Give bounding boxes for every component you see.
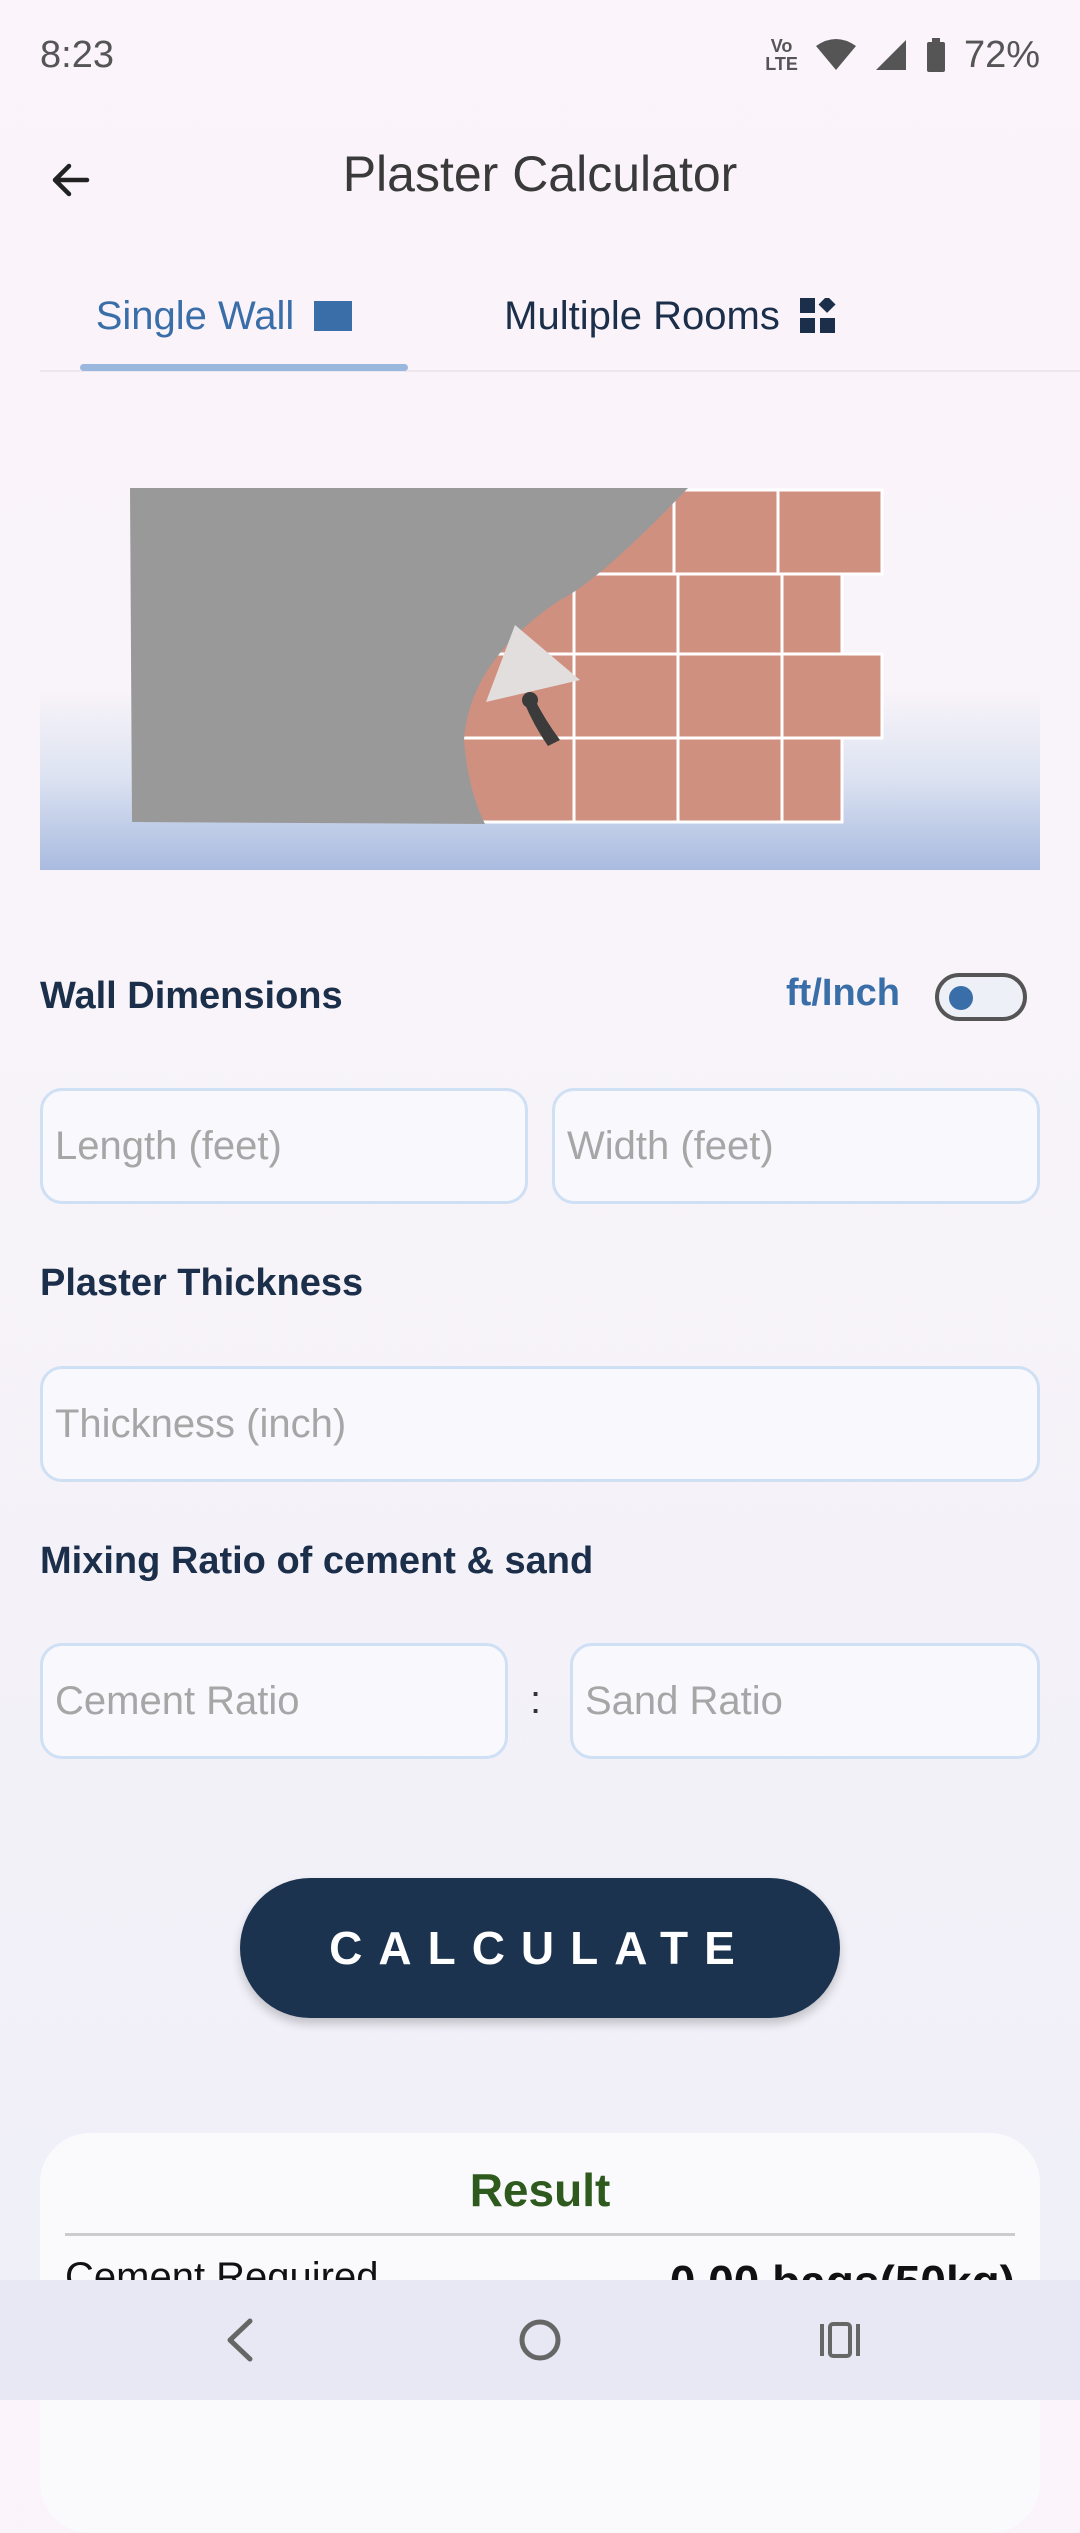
status-time: 8:23 [40, 33, 114, 76]
mixing-ratio-label: Mixing Ratio of cement & sand [40, 1540, 594, 1582]
plaster-thickness-label: Plaster Thickness [40, 1262, 364, 1304]
recents-icon [820, 2322, 860, 2358]
width-input[interactable] [555, 1091, 1037, 1201]
unit-toggle-switch[interactable] [935, 973, 1027, 1021]
nav-home-button[interactable] [500, 2300, 580, 2380]
result-divider [65, 2233, 1015, 2236]
thickness-field[interactable] [40, 1366, 1040, 1482]
tab-multiple-rooms-label: Multiple Rooms [504, 293, 780, 338]
sand-ratio-input[interactable] [573, 1646, 1037, 1756]
page-title: Plaster Calculator [342, 146, 738, 202]
nav-recents-button[interactable] [800, 2300, 880, 2380]
unit-toggle-label: ft/Inch [786, 972, 900, 1014]
status-bar: 8:23 Vo LTE 72% [0, 0, 1080, 110]
system-nav-bar [0, 2280, 1080, 2400]
width-field[interactable] [552, 1088, 1040, 1204]
battery-icon [926, 38, 945, 72]
chevron-left-icon [227, 2318, 253, 2362]
plaster-wall-illustration [40, 440, 1040, 870]
top-app-bar: Plaster Calculator [0, 115, 1080, 240]
tab-multiple-rooms[interactable]: Multiple Rooms [470, 260, 870, 372]
home-circle-icon [519, 2319, 561, 2361]
wall-dimensions-label: Wall Dimensions [40, 975, 343, 1017]
ratio-separator: : [530, 1678, 542, 1722]
sand-ratio-field[interactable] [570, 1643, 1040, 1759]
grid-widgets-icon [799, 298, 836, 333]
cell-signal-icon [875, 40, 906, 70]
status-icons: Vo LTE 72% [765, 34, 1040, 77]
volte-icon: Vo LTE [765, 36, 798, 74]
toggle-knob [949, 986, 973, 1010]
nav-back-button[interactable] [200, 2300, 280, 2380]
tab-single-wall[interactable]: Single Wall [40, 260, 408, 372]
thickness-input[interactable] [43, 1369, 1037, 1479]
wifi-icon [815, 39, 856, 70]
cement-ratio-input[interactable] [43, 1646, 505, 1756]
cement-ratio-field[interactable] [40, 1643, 508, 1759]
brick-wall-image [130, 488, 884, 824]
battery-percent: 72% [963, 33, 1040, 76]
wall-square-icon [314, 301, 353, 331]
result-title: Result [469, 2164, 611, 2216]
tab-single-wall-label: Single Wall [95, 293, 295, 338]
calculate-button[interactable]: CALCULATE [240, 1878, 840, 2018]
length-field[interactable] [40, 1088, 528, 1204]
tab-indicator [80, 364, 408, 371]
length-input[interactable] [43, 1091, 525, 1201]
